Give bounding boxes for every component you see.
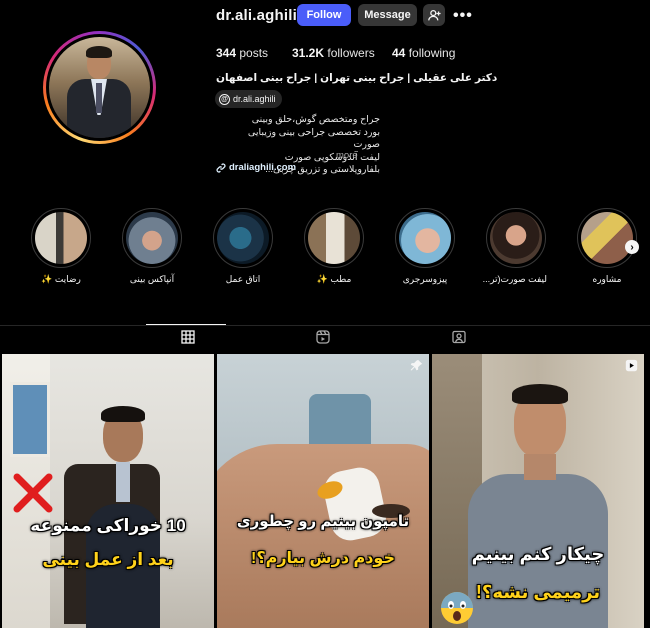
bio-line: جراح ومتخصص گوش،حلق وبینی <box>251 114 380 125</box>
profile-website-link[interactable]: draliaghili.com <box>216 162 296 173</box>
suggested-accounts-button[interactable] <box>423 4 445 26</box>
story-highlight[interactable]: لیفت صورت(تر... <box>482 208 547 285</box>
reel-icon <box>625 359 638 372</box>
highlight-label: آنپاکس بینی <box>129 274 175 284</box>
highlight-label: لیفت صورت(تر... <box>482 274 547 284</box>
story-highlight[interactable]: مطب ✨ <box>303 208 365 285</box>
highlight-label: رضایت ✨ <box>41 274 81 284</box>
tagged-icon[interactable] <box>452 330 466 344</box>
profile-full-name: دکتر علی عقیلی | جراح بینی تهران | جراح … <box>216 72 498 84</box>
chevron-right-icon[interactable]: › <box>625 240 639 254</box>
following-count[interactable]: 44 following <box>392 46 455 60</box>
tab-active-indicator <box>146 324 226 325</box>
highlight-label: اتاق عمل <box>225 274 261 284</box>
threads-badge[interactable]: @ dr.ali.aghili <box>215 90 282 108</box>
post-thumbnail[interactable]: چیکار کنم بینیم ترمیمی نشه؟! <box>432 354 644 628</box>
story-highlight[interactable]: رضایت ✨ <box>30 208 92 285</box>
posts-count: 344 posts <box>216 46 269 60</box>
bio-more-link[interactable]: more <box>336 150 358 161</box>
story-highlight[interactable]: اتاق عمل <box>212 208 274 285</box>
link-icon <box>216 162 226 173</box>
story-highlight[interactable]: آنپاکس بینی <box>121 208 183 285</box>
highlight-label: مطب ✨ <box>316 274 352 284</box>
followers-count[interactable]: 31.2K followers <box>292 46 375 60</box>
more-options-icon[interactable]: ••• <box>453 7 473 25</box>
scared-face-emoji-icon <box>441 592 473 624</box>
message-button[interactable]: Message <box>358 4 417 26</box>
post-caption-line: بعد از عمل بینی <box>42 550 174 569</box>
follow-button[interactable]: Follow <box>297 4 351 26</box>
threads-icon: @ <box>219 93 230 105</box>
post-caption-line: 10 خوراکی ممنوعه <box>30 516 186 535</box>
threads-handle: dr.ali.aghili <box>233 94 276 104</box>
grid-icon[interactable] <box>181 330 195 344</box>
post-caption-line: تامپون بینیم رو چطوری <box>236 513 410 530</box>
story-highlight[interactable]: پیزوسرجری <box>394 208 456 285</box>
highlight-label: مشاوره <box>592 274 622 284</box>
profile-avatar-ring[interactable] <box>43 31 156 144</box>
highlight-label: پیزوسرجری <box>402 274 448 284</box>
tab-divider <box>0 325 650 326</box>
red-cross-icon <box>13 473 53 513</box>
post-thumbnail[interactable]: تامپون بینیم رو چطوری خودم درش بیارم؟! <box>217 354 429 628</box>
post-caption-line: خودم درش بیارم؟! <box>251 550 395 567</box>
post-caption-line: چیکار کنم بینیم <box>471 544 605 564</box>
post-thumbnail[interactable]: 10 خوراکی ممنوعه بعد از عمل بینی <box>2 354 214 628</box>
reels-icon[interactable] <box>316 330 330 344</box>
add-user-icon <box>427 9 441 20</box>
profile-username: dr.ali.aghili <box>216 7 297 24</box>
profile-avatar <box>49 37 150 138</box>
bio-line: بورد تخصصی جراحی بینی وزیبایی صورت <box>247 126 380 151</box>
pinned-icon <box>410 359 423 371</box>
